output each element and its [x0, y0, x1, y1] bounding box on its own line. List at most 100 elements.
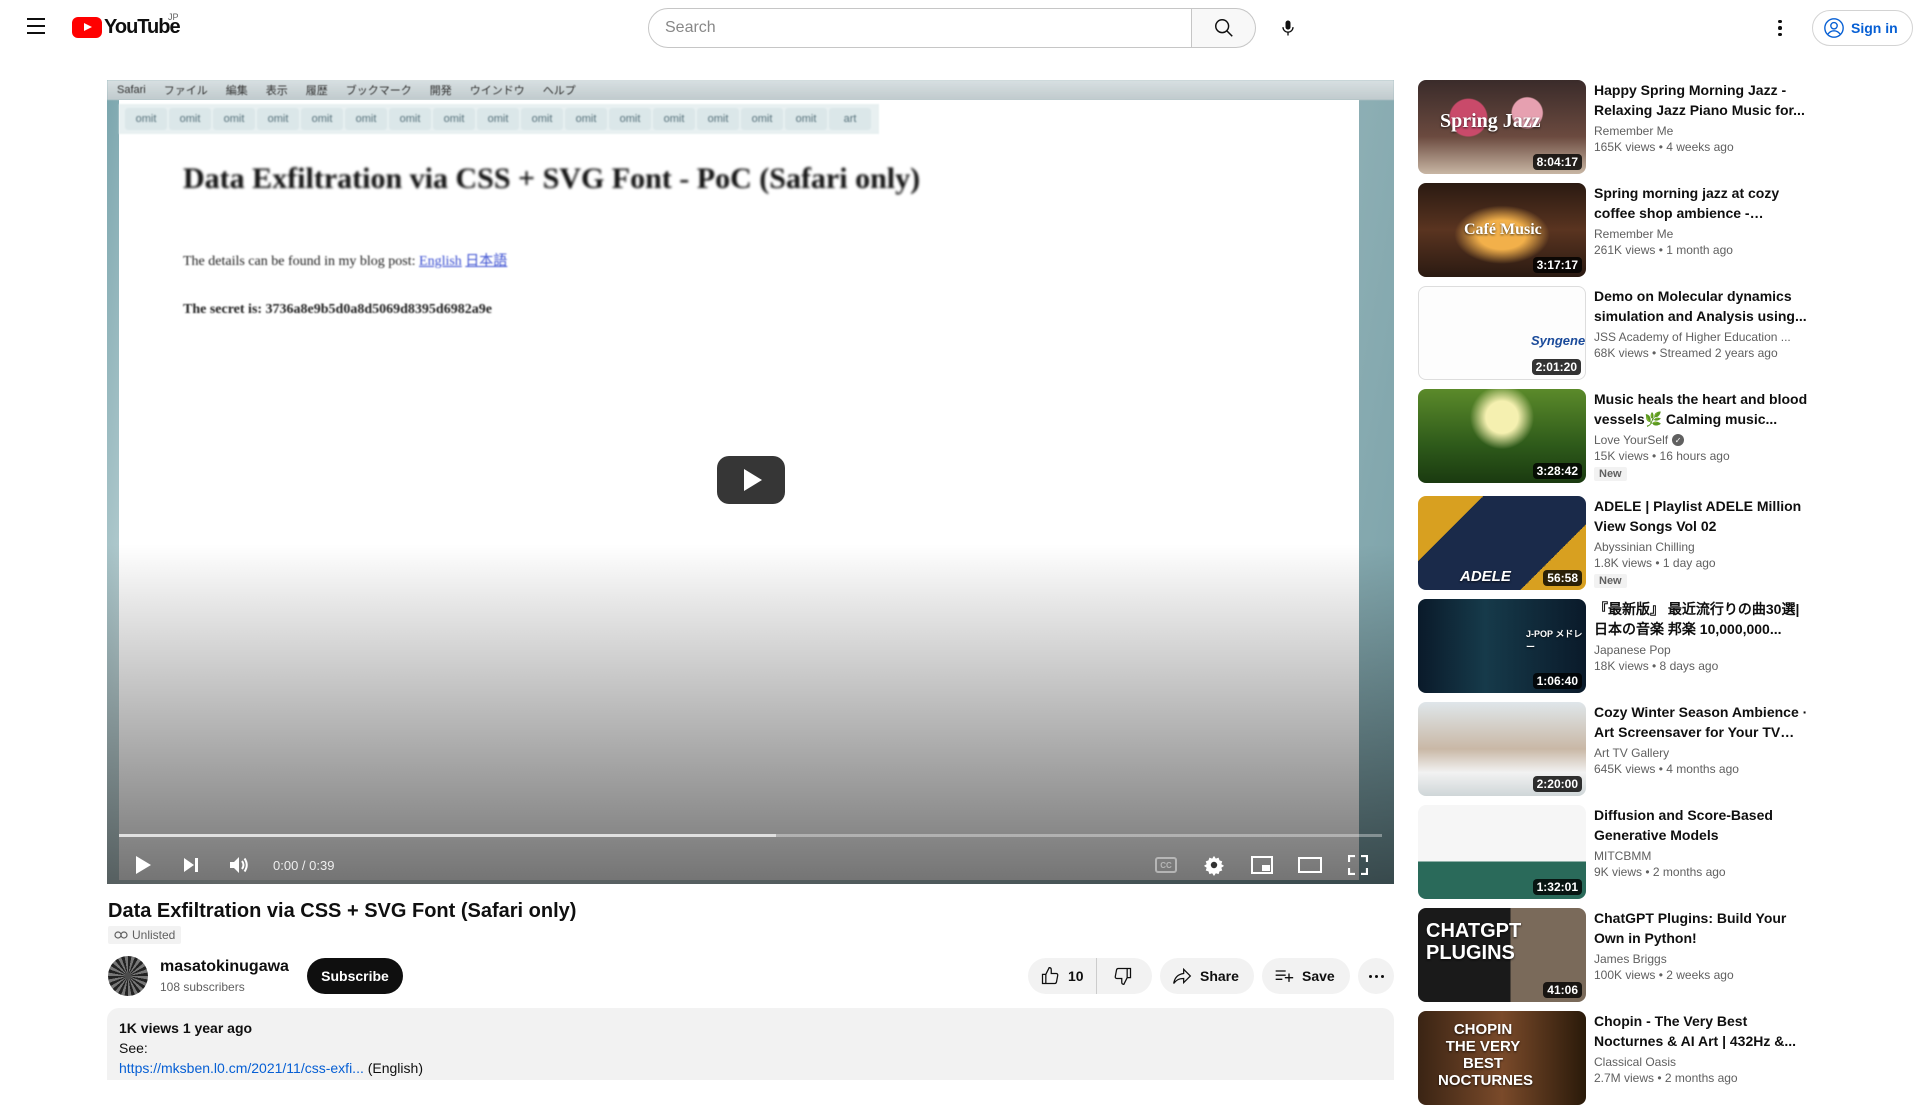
description-link-suffix: (English): [363, 1060, 423, 1076]
video-title: Data Exfiltration via CSS + SVG Font (Sa…: [108, 900, 577, 922]
channel-avatar[interactable]: [108, 956, 148, 996]
recommendation-title[interactable]: 『最新版』 最近流行りの曲30選|日本の音楽 邦楽 10,000,000...: [1594, 599, 1808, 639]
recommendation-title[interactable]: Diffusion and Score-Based Generative Mod…: [1594, 805, 1808, 845]
recommendation-meta: 18K views • 8 days ago: [1594, 659, 1719, 673]
voice-search-button[interactable]: [1268, 8, 1308, 48]
video-browser-tab: omit: [521, 108, 563, 130]
video-browser-tab: omit: [653, 108, 695, 130]
recommendation-channel: Remember Me: [1594, 124, 1808, 138]
recommendation-channel: Japanese Pop: [1594, 643, 1808, 657]
theater-mode-button[interactable]: [1286, 846, 1334, 884]
share-button[interactable]: Share: [1160, 958, 1254, 994]
recommendation-item[interactable]: 3:28:42 Music heals the heart and blood v…: [1418, 389, 1818, 483]
recommendation-meta: 1.8K views • 1 day ago: [1594, 556, 1716, 570]
video-page-heading: Data Exfiltration via CSS + SVG Font - P…: [183, 162, 921, 195]
progress-bar[interactable]: [119, 834, 1382, 837]
recommendation-thumbnail[interactable]: Syngene 2:01:20: [1418, 286, 1586, 380]
recommendation-thumbnail[interactable]: 2:20:00: [1418, 702, 1586, 796]
recommendation-item[interactable]: 1:32:01 Diffusion and Score-Based Generat…: [1418, 805, 1818, 899]
video-duration: 3:17:17: [1532, 257, 1582, 273]
recommendation-item[interactable]: 2:20:00 Cozy Winter Season Ambience · Art…: [1418, 702, 1818, 796]
next-button[interactable]: [167, 846, 215, 884]
recommendation-info: Diffusion and Score-Based Generative Mod…: [1594, 805, 1808, 879]
recommendation-thumbnail[interactable]: 1:32:01: [1418, 805, 1586, 899]
recommendation-thumbnail[interactable]: CHATGPT PLUGINS 41:06: [1418, 908, 1586, 1002]
hamburger-menu-icon[interactable]: [20, 13, 52, 43]
video-browser-tab: omit: [697, 108, 739, 130]
video-player[interactable]: Safari ファイル 編集 表示 履歴 ブックマーク 開発 ウインドウ ヘルプ omit omi…: [107, 80, 1394, 884]
recommendation-title[interactable]: Happy Spring Morning Jazz - Relaxing Jaz…: [1594, 80, 1808, 120]
recommendation-channel: Love YourSelf ✓: [1594, 433, 1808, 447]
thumbs-down-icon: [1114, 967, 1131, 985]
channel-name-text: Classical Oasis: [1594, 1055, 1677, 1069]
unlisted-badge: Unlisted: [108, 926, 182, 944]
recommendation-item[interactable]: Syngene 2:01:20 Demo on Molecular dynamics…: [1418, 286, 1818, 380]
fullscreen-icon: [1348, 855, 1368, 875]
recommendation-title[interactable]: ChatGPT Plugins: Build Your Own in Pytho…: [1594, 908, 1808, 948]
recommendation-item[interactable]: ADELE 56:58 ADELE | Playlist ADELE Million…: [1418, 496, 1818, 590]
more-actions-button[interactable]: [1358, 958, 1394, 994]
like-dislike-group: 10: [1028, 958, 1152, 994]
volume-button[interactable]: [215, 846, 263, 884]
recommendation-title[interactable]: ADELE | Playlist ADELE Million View Song…: [1594, 496, 1808, 536]
settings-more-icon[interactable]: [1768, 16, 1792, 40]
recommendation-item[interactable]: J-POP メドレー 1:06:40 『最新版』 最近流行りの曲30選|日本の音楽 …: [1418, 599, 1818, 693]
dislike-button[interactable]: [1097, 958, 1149, 994]
subscriber-count: 108 subscribers: [160, 980, 245, 994]
fullscreen-button[interactable]: [1334, 846, 1382, 884]
recommendation-thumbnail[interactable]: 3:28:42: [1418, 389, 1586, 483]
subscribe-button[interactable]: Subscribe: [307, 958, 403, 994]
miniplayer-button[interactable]: [1238, 846, 1286, 884]
video-browser-tab: omit: [477, 108, 519, 130]
like-button[interactable]: 10: [1028, 958, 1097, 994]
video-browser-tab: omit: [389, 108, 431, 130]
recommendation-title[interactable]: Cozy Winter Season Ambience · Art Screen…: [1594, 702, 1808, 742]
recommendation-info: Chopin - The Very Best Nocturnes & AI Ar…: [1594, 1011, 1808, 1085]
play-button[interactable]: [119, 846, 167, 884]
video-mac-menu-item: 表示: [265, 85, 288, 97]
recommendation-item[interactable]: CHATGPT PLUGINS 41:06 ChatGPT Plugins: Bui…: [1418, 908, 1818, 1002]
video-mac-menu-item: Safari: [117, 84, 146, 96]
recommendation-title[interactable]: Demo on Molecular dynamics simulation an…: [1594, 286, 1808, 326]
thumbs-up-icon: [1041, 967, 1059, 985]
recommendation-thumbnail[interactable]: J-POP メドレー 1:06:40: [1418, 599, 1586, 693]
search-icon: [1214, 19, 1233, 37]
video-duration: 1:32:01: [1532, 879, 1582, 895]
share-label: Share: [1200, 968, 1239, 984]
channel-name[interactable]: masatokinugawa: [160, 958, 289, 976]
recommendation-thumbnail[interactable]: Café Music 3:17:17: [1418, 183, 1586, 277]
thumbnail-text: Syngene: [1531, 333, 1586, 348]
video-browser-tab: omit: [213, 108, 255, 130]
settings-button[interactable]: [1190, 846, 1238, 884]
video-browser-tab: omit: [565, 108, 607, 130]
recommendation-item[interactable]: CHOPIN THE VERY BEST NOCTURNES Chopin - T…: [1418, 1011, 1818, 1105]
recommendation-title[interactable]: Music heals the heart and blood vessels🌿…: [1594, 389, 1808, 429]
recommendation-title[interactable]: Chopin - The Very Best Nocturnes & AI Ar…: [1594, 1011, 1808, 1051]
channel-name-text: Remember Me: [1594, 227, 1674, 241]
video-duration: 41:06: [1543, 982, 1582, 998]
video-page-secret: The secret is: 3736a8e9b5d0a8d5069d8395d…: [183, 302, 492, 317]
recommendation-item[interactable]: Café Music 3:17:17 Spring morning jazz at …: [1418, 183, 1818, 277]
recommendation-thumbnail[interactable]: Spring Jazz 8:04:17: [1418, 80, 1586, 174]
sign-in-button[interactable]: Sign in: [1812, 10, 1913, 46]
thumbnail-text: ADELE: [1460, 568, 1511, 585]
video-browser-tab: omit: [433, 108, 475, 130]
miniplayer-icon: [1251, 856, 1273, 874]
new-badge: New: [1594, 574, 1627, 588]
description-link[interactable]: https://mksben.l0.cm/2021/11/css-exfi...: [119, 1060, 364, 1076]
large-play-button[interactable]: [717, 456, 785, 504]
description-box[interactable]: 1K views 1 year ago See: https://mksben.…: [107, 1008, 1394, 1080]
recommendation-item[interactable]: Spring Jazz 8:04:17 Happy Spring Morning J…: [1418, 80, 1818, 174]
recommendation-title[interactable]: Spring morning jazz at cozy coffee shop …: [1594, 183, 1808, 223]
video-duration: 56:58: [1543, 570, 1582, 586]
search-button[interactable]: [1192, 8, 1256, 48]
search-input[interactable]: Search: [648, 8, 1192, 48]
channel-name-text: Japanese Pop: [1594, 643, 1671, 657]
link-icon: [114, 931, 128, 939]
recommendation-thumbnail[interactable]: CHOPIN THE VERY BEST NOCTURNES: [1418, 1011, 1586, 1105]
youtube-logo[interactable]: YouTube: [72, 16, 181, 39]
recommendation-thumbnail[interactable]: ADELE 56:58: [1418, 496, 1586, 590]
captions-button[interactable]: CC: [1142, 846, 1190, 884]
description-meta: 1K views 1 year ago: [119, 1020, 253, 1036]
save-button[interactable]: Save: [1262, 958, 1350, 994]
